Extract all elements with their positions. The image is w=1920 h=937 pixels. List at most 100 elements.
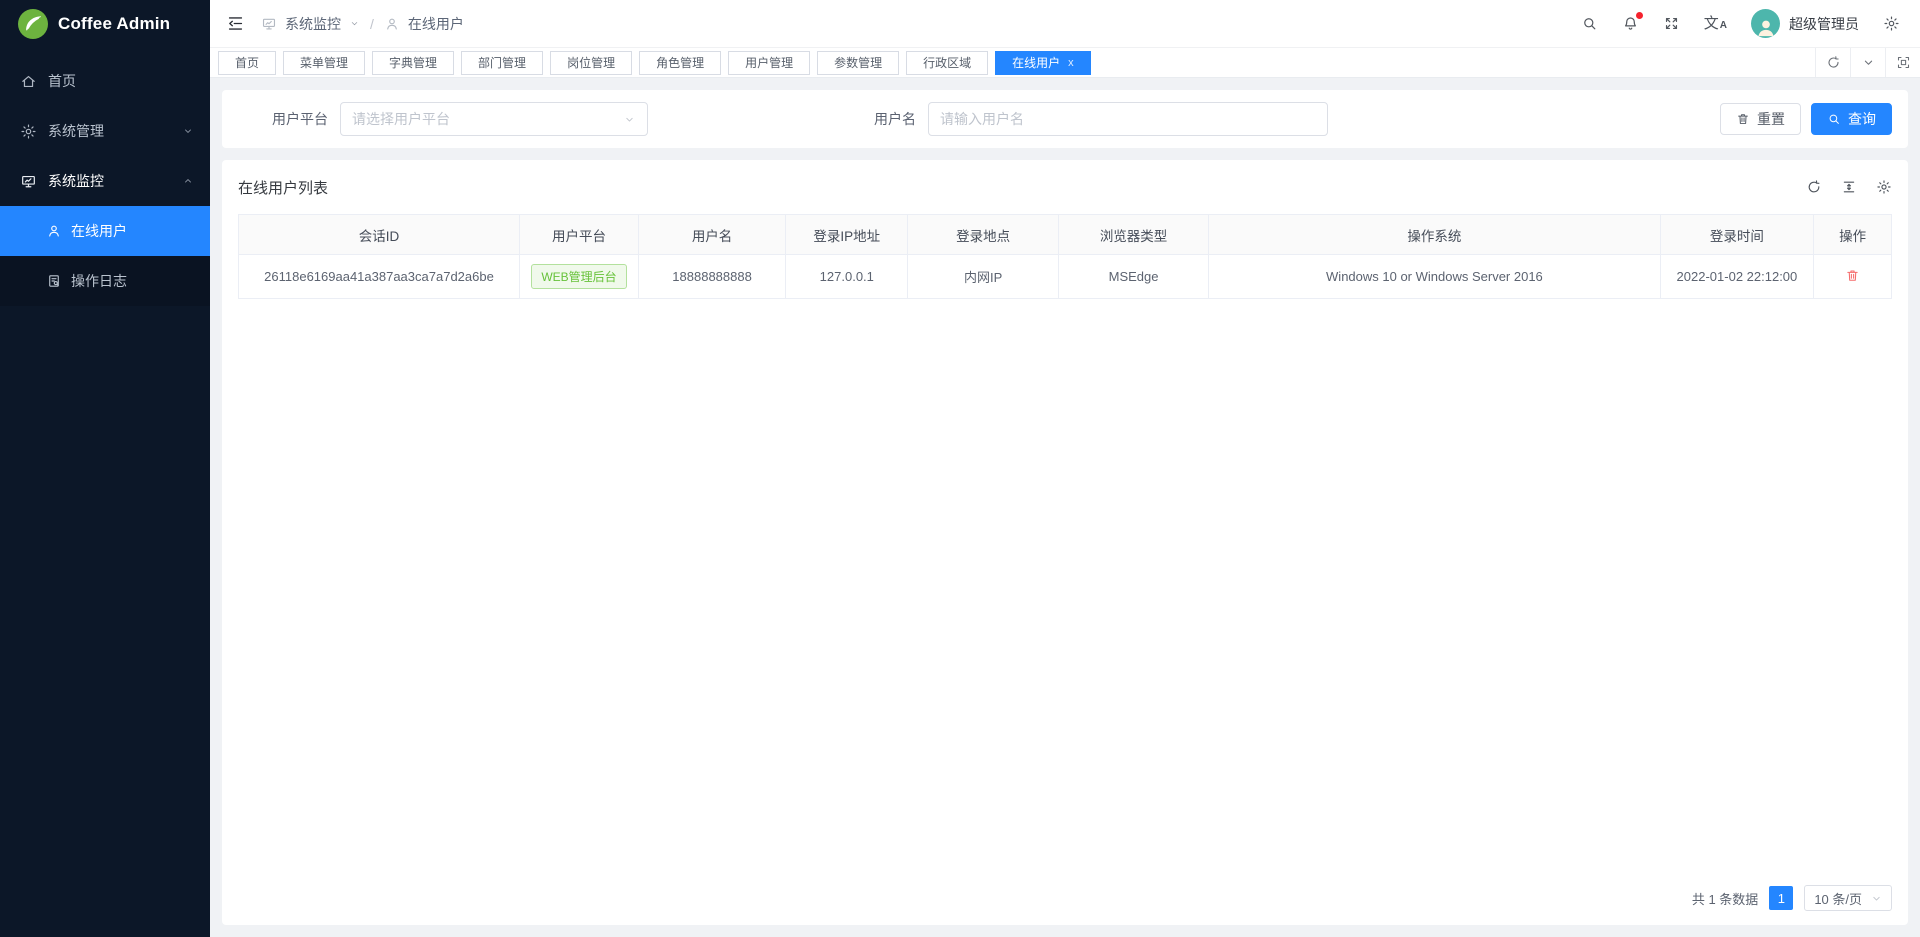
tab-menu-mgmt[interactable]: 菜单管理 (283, 51, 365, 75)
tab-district[interactable]: 行政区域 (906, 51, 988, 75)
page-content: 用户平台 请选择用户平台 用户名 重置 查询 在线用户列表 (210, 78, 1920, 937)
sidebar-item-label: 操作日志 (71, 271, 127, 291)
tab-label: 首页 (235, 54, 259, 71)
reset-button-label: 重置 (1757, 109, 1785, 129)
tab-label: 菜单管理 (300, 54, 348, 71)
delete-trash-icon[interactable] (1845, 268, 1860, 283)
notifications-button[interactable] (1622, 15, 1639, 32)
close-tab-icon[interactable]: x (1068, 57, 1074, 69)
user-menu[interactable]: 超级管理员 (1751, 9, 1859, 38)
sidebar-subitem-online-user[interactable]: 在线用户 (0, 206, 210, 256)
current-user-name: 超级管理员 (1789, 14, 1859, 34)
notification-dot (1636, 12, 1643, 19)
cell-username: 18888888888 (639, 255, 786, 299)
search-button[interactable]: 查询 (1811, 103, 1892, 135)
search-icon[interactable] (1581, 15, 1598, 32)
cell-browser: MSEdge (1058, 255, 1208, 299)
col-header-location: 登录地点 (908, 215, 1058, 255)
platform-select[interactable]: 请选择用户平台 (340, 102, 648, 136)
col-header-os: 操作系统 (1209, 215, 1660, 255)
tab-dept-mgmt[interactable]: 部门管理 (461, 51, 543, 75)
page-size-select[interactable]: 10 条/页 (1804, 885, 1892, 911)
filter-buttons: 重置 查询 (1720, 103, 1892, 135)
sidebar-item-home[interactable]: 首页 (0, 56, 210, 106)
tab-param-mgmt[interactable]: 参数管理 (817, 51, 899, 75)
platform-tag: WEB管理后台 (531, 264, 626, 289)
app-logo[interactable]: Coffee Admin (0, 0, 210, 48)
main-area: 系统监控 / 在线用户 文 A 超级管理员 首页 (210, 0, 1920, 937)
tab-user-mgmt[interactable]: 用户管理 (728, 51, 810, 75)
user-icon (46, 223, 62, 239)
sidebar-submenu: 在线用户 操作日志 (0, 206, 210, 306)
sidebar: Coffee Admin 首页 系统管理 系统监控 在线用户 操作日志 (0, 0, 210, 937)
home-icon (20, 73, 37, 90)
platform-select-placeholder: 请选择用户平台 (352, 109, 450, 129)
breadcrumb-current: 在线用户 (408, 14, 464, 34)
col-header-ip: 登录IP地址 (786, 215, 908, 255)
filter-panel: 用户平台 请选择用户平台 用户名 重置 查询 (222, 90, 1908, 148)
chevron-down-icon (349, 18, 360, 29)
chevron-down-icon (182, 125, 194, 137)
log-icon (46, 273, 62, 289)
col-header-browser: 浏览器类型 (1058, 215, 1208, 255)
refresh-icon (1826, 55, 1841, 70)
tab-label: 在线用户 (1012, 54, 1060, 71)
tab-online-user[interactable]: 在线用户 x (995, 51, 1091, 75)
online-users-table: 会话ID 用户平台 用户名 登录IP地址 登录地点 浏览器类型 操作系统 登录时… (238, 214, 1892, 299)
maximize-content-button[interactable] (1885, 48, 1920, 77)
cell-location: 内网IP (908, 255, 1058, 299)
settings-gear-icon[interactable] (1883, 15, 1900, 32)
tab-label: 参数管理 (834, 54, 882, 71)
chevron-down-icon (1861, 55, 1876, 70)
tab-label: 部门管理 (478, 54, 526, 71)
cell-os: Windows 10 or Windows Server 2016 (1209, 255, 1660, 299)
tab-dict-mgmt[interactable]: 字典管理 (372, 51, 454, 75)
page-size-value: 10 条/页 (1814, 889, 1862, 908)
pagination-total: 共 1 条数据 (1692, 889, 1758, 908)
cell-login-time: 2022-01-02 22:12:00 (1660, 255, 1814, 299)
sidebar-menu: 首页 系统管理 系统监控 在线用户 操作日志 (0, 48, 210, 306)
tab-label: 岗位管理 (567, 54, 615, 71)
chevron-down-icon (623, 113, 636, 126)
app-title: Coffee Admin (58, 14, 170, 34)
username-input[interactable] (928, 102, 1328, 136)
sidebar-item-system-monitor[interactable]: 系统监控 (0, 156, 210, 206)
leaf-logo-icon (18, 9, 48, 39)
table-header-row: 会话ID 用户平台 用户名 登录IP地址 登录地点 浏览器类型 操作系统 登录时… (239, 215, 1892, 255)
cell-session-id: 26118e6169aa41a387aa3ca7a7d2a6be (239, 255, 520, 299)
avatar-person-icon (1755, 16, 1777, 38)
sidebar-subitem-operation-log[interactable]: 操作日志 (0, 256, 210, 306)
reset-button[interactable]: 重置 (1720, 103, 1801, 135)
translate-icon[interactable]: 文 A (1704, 16, 1727, 31)
tab-label: 字典管理 (389, 54, 437, 71)
col-header-actions: 操作 (1814, 215, 1892, 255)
sidebar-collapse-icon[interactable] (226, 14, 245, 33)
user-icon (384, 16, 400, 32)
column-settings-icon[interactable] (1876, 179, 1892, 195)
tab-home[interactable]: 首页 (218, 51, 276, 75)
refresh-table-icon[interactable] (1806, 179, 1822, 195)
tab-role-mgmt[interactable]: 角色管理 (639, 51, 721, 75)
search-icon (1827, 112, 1841, 126)
tab-options-button[interactable] (1850, 48, 1885, 77)
clear-icon (1736, 112, 1750, 126)
tab-position-mgmt[interactable]: 岗位管理 (550, 51, 632, 75)
table-row: 26118e6169aa41a387aa3ca7a7d2a6be WEB管理后台… (239, 255, 1892, 299)
translate-sub-glyph: A (1720, 21, 1727, 31)
col-header-username: 用户名 (639, 215, 786, 255)
sidebar-item-system-mgmt[interactable]: 系统管理 (0, 106, 210, 156)
breadcrumb-separator: / (370, 16, 374, 32)
breadcrumb-section[interactable]: 系统监控 (285, 14, 341, 34)
col-header-login-time: 登录时间 (1660, 215, 1814, 255)
sidebar-item-label: 系统管理 (48, 121, 104, 141)
page-number-button[interactable]: 1 (1769, 886, 1793, 910)
avatar (1751, 9, 1780, 38)
fullscreen-icon[interactable] (1663, 15, 1680, 32)
translate-main-glyph: 文 (1704, 16, 1719, 31)
username-label: 用户名 (874, 109, 916, 129)
tab-list: 首页 菜单管理 字典管理 部门管理 岗位管理 角色管理 用户管理 参数管理 行政… (210, 48, 1815, 77)
cell-actions (1814, 255, 1892, 299)
refresh-page-button[interactable] (1815, 48, 1850, 77)
tab-label: 用户管理 (745, 54, 793, 71)
row-density-icon[interactable] (1841, 179, 1857, 195)
